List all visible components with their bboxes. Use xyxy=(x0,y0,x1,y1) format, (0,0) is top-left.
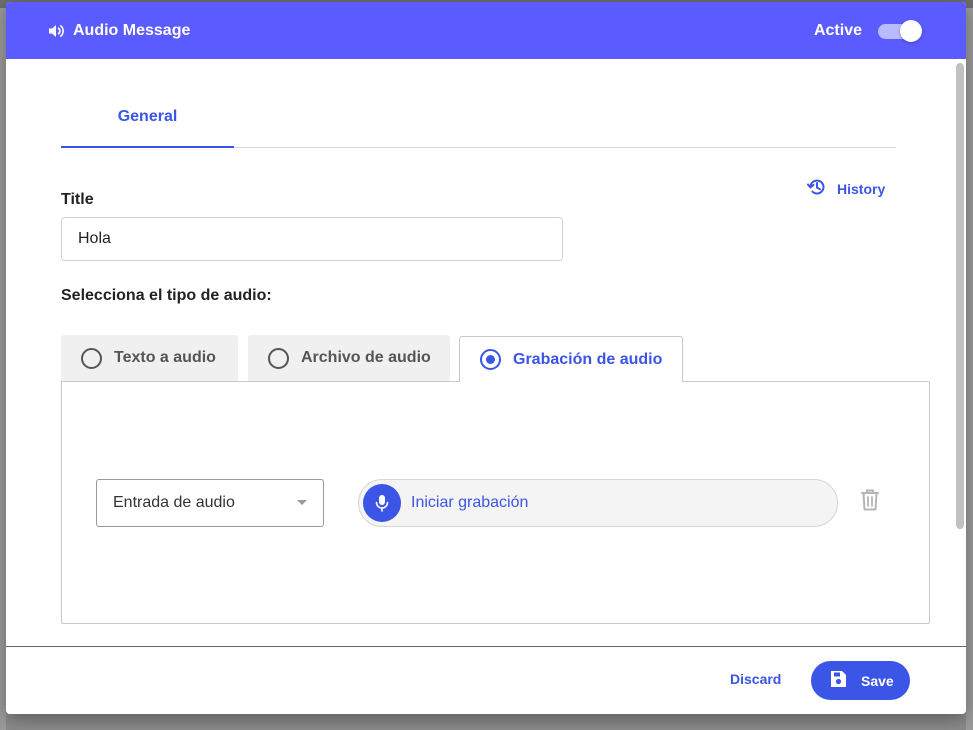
dialog-title: Audio Message xyxy=(73,21,191,39)
active-label: Active xyxy=(813,21,862,39)
title-input[interactable] xyxy=(61,217,563,261)
history-icon xyxy=(807,177,827,200)
vertical-scrollbar[interactable] xyxy=(956,63,964,643)
dialog-title-group: Audio Message xyxy=(48,22,190,40)
audio-type-label: Selecciona el tipo de audio: xyxy=(61,287,272,304)
audio-type-label-file: Archivo de audio xyxy=(301,349,431,366)
radio-audio-file[interactable] xyxy=(268,347,289,369)
discard-button[interactable]: Discard xyxy=(730,671,781,687)
active-toggle-group: Active xyxy=(813,19,922,42)
tab-bar: General xyxy=(61,87,896,148)
title-label: Title xyxy=(61,191,94,208)
start-recording-button[interactable]: Iniciar grabación xyxy=(358,479,838,527)
active-toggle[interactable] xyxy=(876,19,922,42)
audio-input-select[interactable]: Entrada de audio xyxy=(96,479,324,527)
dialog-body: General History Title Selecciona el tipo… xyxy=(6,59,966,646)
history-label: History xyxy=(837,180,886,197)
toggle-thumb xyxy=(900,19,922,42)
dialog-footer: Discard Save xyxy=(6,646,966,714)
radio-text-to-audio[interactable] xyxy=(81,347,102,369)
audio-input-select-value: Entrada de audio xyxy=(113,494,235,511)
start-recording-label: Iniciar grabación xyxy=(411,494,529,511)
speaker-icon xyxy=(48,23,66,39)
recording-panel: Entrada de audio Iniciar grabación xyxy=(61,381,930,624)
save-label: Save xyxy=(861,672,894,689)
audio-type-label-text: Texto a audio xyxy=(114,349,216,366)
caret-down-icon xyxy=(297,500,307,505)
audio-message-dialog: Audio Message Active General History Tit… xyxy=(6,2,966,714)
save-button[interactable]: Save xyxy=(811,661,910,700)
background-app-right xyxy=(966,8,973,730)
trash-icon[interactable] xyxy=(860,488,880,517)
audio-type-audio-file[interactable]: Archivo de audio xyxy=(248,335,450,381)
radio-recording[interactable] xyxy=(480,349,501,370)
microphone-icon xyxy=(363,484,401,522)
audio-type-recording[interactable]: Grabación de audio xyxy=(459,336,683,382)
history-button[interactable]: History xyxy=(807,177,885,200)
audio-type-text-to-audio[interactable]: Texto a audio xyxy=(61,335,238,381)
audio-type-label-recording: Grabación de audio xyxy=(513,350,663,368)
scrollbar-thumb[interactable] xyxy=(956,63,964,529)
tab-general[interactable]: General xyxy=(61,87,234,148)
dialog-header: Audio Message Active xyxy=(6,2,966,59)
floppy-disk-icon xyxy=(829,670,847,691)
